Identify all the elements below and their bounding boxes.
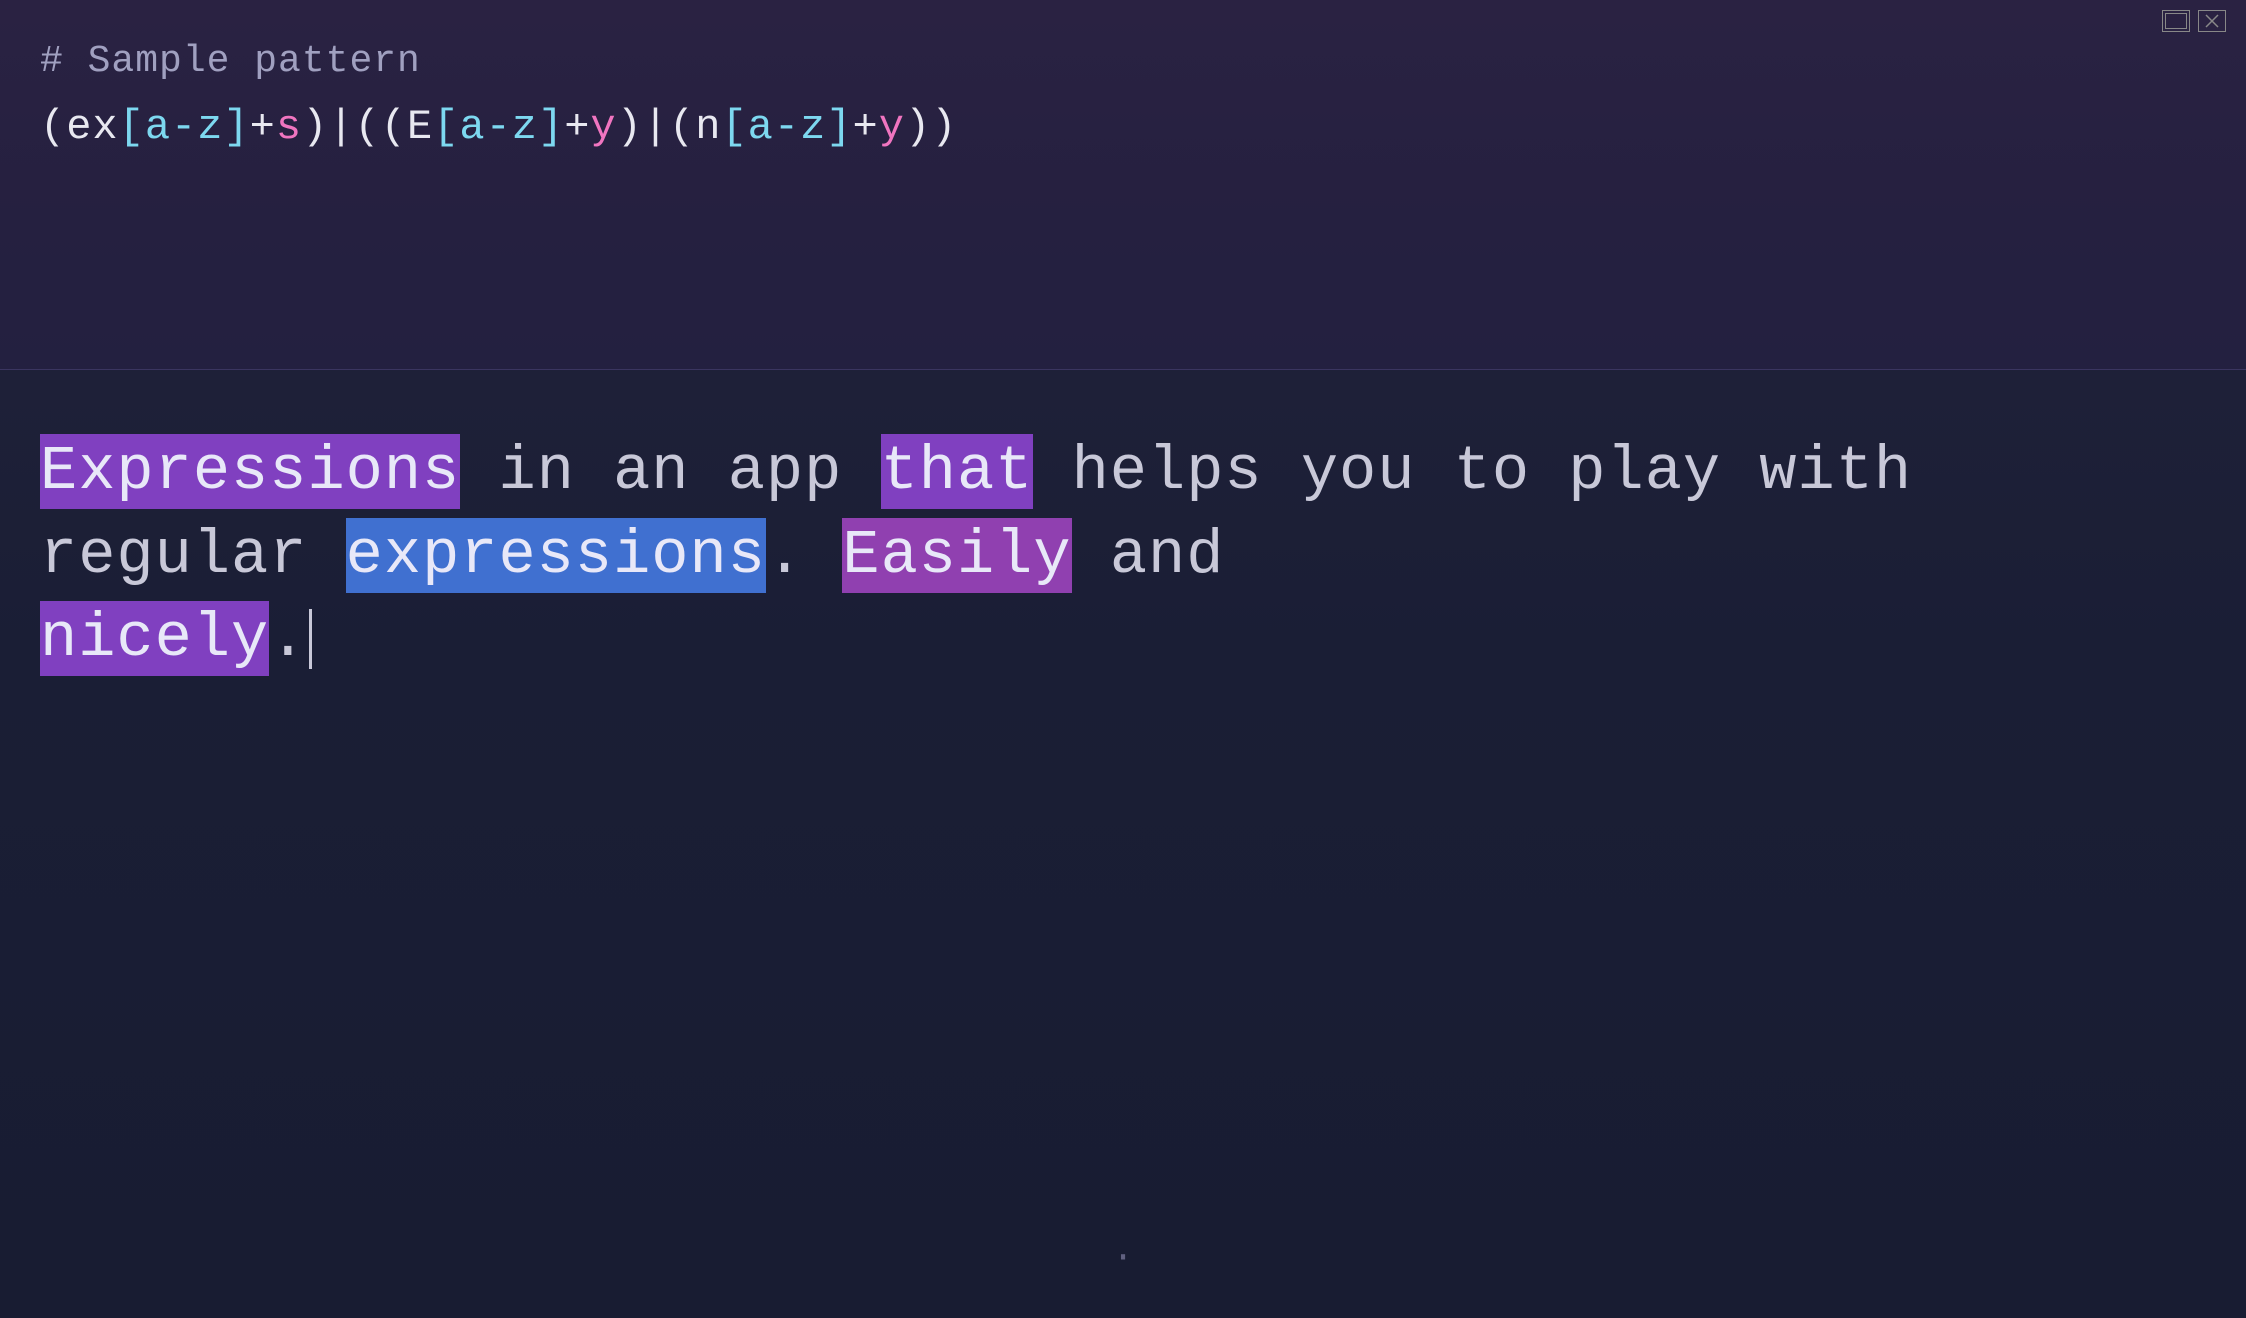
pattern-E: E [407, 103, 433, 151]
pattern-editor: # Sample pattern (ex[a-z]+s)|((E[a-z]+y)… [0, 0, 2246, 370]
pattern-y1: y [590, 103, 616, 151]
pattern-pipe-2: )|( [617, 103, 696, 151]
pattern-paren-close: )) [905, 103, 957, 151]
pattern-charclass-1: [a-z] [119, 103, 250, 151]
highlight-easily: Easily [842, 518, 1071, 593]
pattern-plus-2: + [564, 103, 590, 151]
pattern-y2: y [879, 103, 905, 151]
maximize-button[interactable] [2162, 10, 2190, 32]
pattern-charclass-2: [a-z] [433, 103, 564, 151]
highlight-nicely: nicely [40, 601, 269, 676]
text-in-an-app: in an app [460, 436, 880, 507]
pattern-plus-1: + [250, 103, 276, 151]
pattern-plus-3: + [853, 103, 879, 151]
test-text-area[interactable]: Expressions in an app that helps you to … [0, 370, 2246, 1318]
pattern-charclass-3: [a-z] [721, 103, 852, 151]
pattern-paren-open: ( [40, 103, 66, 151]
highlight-expressions-2: expressions [346, 518, 766, 593]
pattern-ex: ex [66, 103, 118, 151]
text-period-1: . [766, 520, 842, 591]
text-and: and [1072, 520, 1225, 591]
text-period-2: . [269, 603, 307, 674]
pattern-s: s [276, 103, 302, 151]
pattern-pipe-1: )|(( [302, 103, 407, 151]
comment-line: # Sample pattern [40, 40, 2206, 83]
text-cursor [309, 609, 312, 669]
highlight-that: that [881, 434, 1034, 509]
highlight-expressions: Expressions [40, 434, 460, 509]
window-controls[interactable] [2162, 10, 2226, 32]
pattern-n: n [695, 103, 721, 151]
pattern-line: (ex[a-z]+s)|((E[a-z]+y)|(n[a-z]+y)) [40, 103, 2206, 151]
dot-indicator: · [1112, 1237, 1134, 1278]
text-content: Expressions in an app that helps you to … [40, 430, 2206, 681]
close-button[interactable] [2198, 10, 2226, 32]
